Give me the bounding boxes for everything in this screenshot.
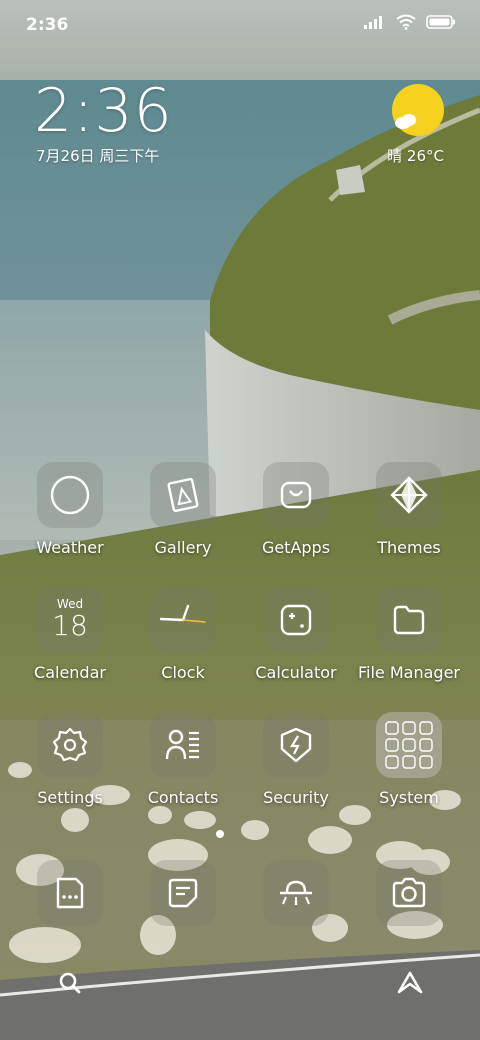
app-label: Gallery (154, 538, 212, 557)
app-calendar[interactable]: Wed 18 Calendar (14, 587, 126, 697)
calendar-date: 18 (52, 609, 88, 642)
app-label: Contacts (147, 788, 219, 807)
app-themes[interactable]: Themes (353, 462, 465, 572)
page-indicator-dot (216, 830, 224, 838)
app-icon-tile[interactable] (37, 462, 103, 528)
app-file-manager[interactable]: File Manager (353, 587, 465, 697)
calendar-icon: Wed 18 (52, 597, 88, 642)
app-getapps[interactable]: GetApps (240, 462, 352, 572)
dock-app-browser[interactable] (263, 860, 329, 926)
app-label: Security (263, 788, 329, 807)
status-bar: 2:36 (0, 0, 480, 50)
assistant-icon (397, 971, 423, 994)
dock-app-messages[interactable] (37, 860, 103, 926)
app-calculator[interactable]: Calculator (240, 587, 352, 697)
app-settings[interactable]: Settings (14, 712, 126, 822)
app-icon-tile[interactable] (376, 462, 442, 528)
app-label: Calculator (255, 663, 337, 682)
app-clock[interactable]: Clock (127, 587, 239, 697)
wifi-icon (396, 14, 416, 30)
app-label: Clock (161, 663, 205, 682)
app-icon-tile[interactable] (376, 587, 442, 653)
app-weather[interactable]: Weather (14, 462, 126, 572)
search-icon (59, 972, 81, 994)
notes-icon (168, 878, 198, 908)
app-label: System (379, 788, 439, 807)
camera-icon (392, 877, 426, 908)
app-icon-tile[interactable]: Wed 18 (37, 587, 103, 653)
clock-widget-time[interactable]: 2:36 (34, 76, 173, 146)
signal-bars-icon (364, 16, 382, 29)
battery-icon (426, 15, 455, 29)
clock-widget-date: 7月26日 周三下午 (36, 147, 160, 165)
contacts-icon (165, 729, 199, 760)
browser-ufo-icon (280, 880, 312, 905)
status-icons (364, 14, 456, 30)
app-folder-system[interactable]: System (353, 712, 465, 822)
app-icon-tile[interactable] (37, 712, 103, 778)
shopping-bag-icon (280, 481, 312, 509)
app-icon-tile[interactable] (263, 712, 329, 778)
dock-app-notes[interactable] (150, 860, 216, 926)
app-label: Weather (36, 538, 104, 557)
messages-icon (56, 877, 84, 909)
partly-sunny-icon[interactable] (392, 84, 444, 136)
dock-app-camera[interactable] (376, 860, 442, 926)
app-security[interactable]: Security (240, 712, 352, 822)
folder-icon (393, 605, 425, 635)
app-gallery[interactable]: Gallery (127, 462, 239, 572)
app-icon-tile[interactable] (263, 462, 329, 528)
app-icon-tile[interactable] (150, 712, 216, 778)
gear-icon (52, 727, 88, 762)
search-button[interactable] (46, 960, 94, 1006)
app-icon-tile[interactable] (376, 712, 442, 778)
app-contacts[interactable]: Contacts (127, 712, 239, 822)
shield-bolt-icon (280, 727, 312, 763)
app-icon-tile[interactable] (150, 587, 216, 653)
circle-icon (50, 475, 90, 515)
clock-hands-icon (159, 604, 206, 623)
app-label: Themes (377, 538, 441, 557)
status-time: 2:36 (26, 15, 69, 35)
app-icon-tile[interactable] (263, 587, 329, 653)
app-label: Calendar (34, 663, 106, 682)
picture-frame-icon (167, 477, 199, 513)
assistant-button[interactable] (386, 960, 434, 1006)
app-icon-tile[interactable] (150, 462, 216, 528)
app-label: Settings (37, 788, 103, 807)
app-folder-icon (385, 721, 433, 769)
diamond-star-icon (390, 476, 428, 514)
calculator-icon (280, 604, 312, 636)
app-label: GetApps (261, 538, 331, 557)
app-label: File Manager (358, 663, 460, 682)
weather-text: 晴 26°C (387, 147, 444, 165)
